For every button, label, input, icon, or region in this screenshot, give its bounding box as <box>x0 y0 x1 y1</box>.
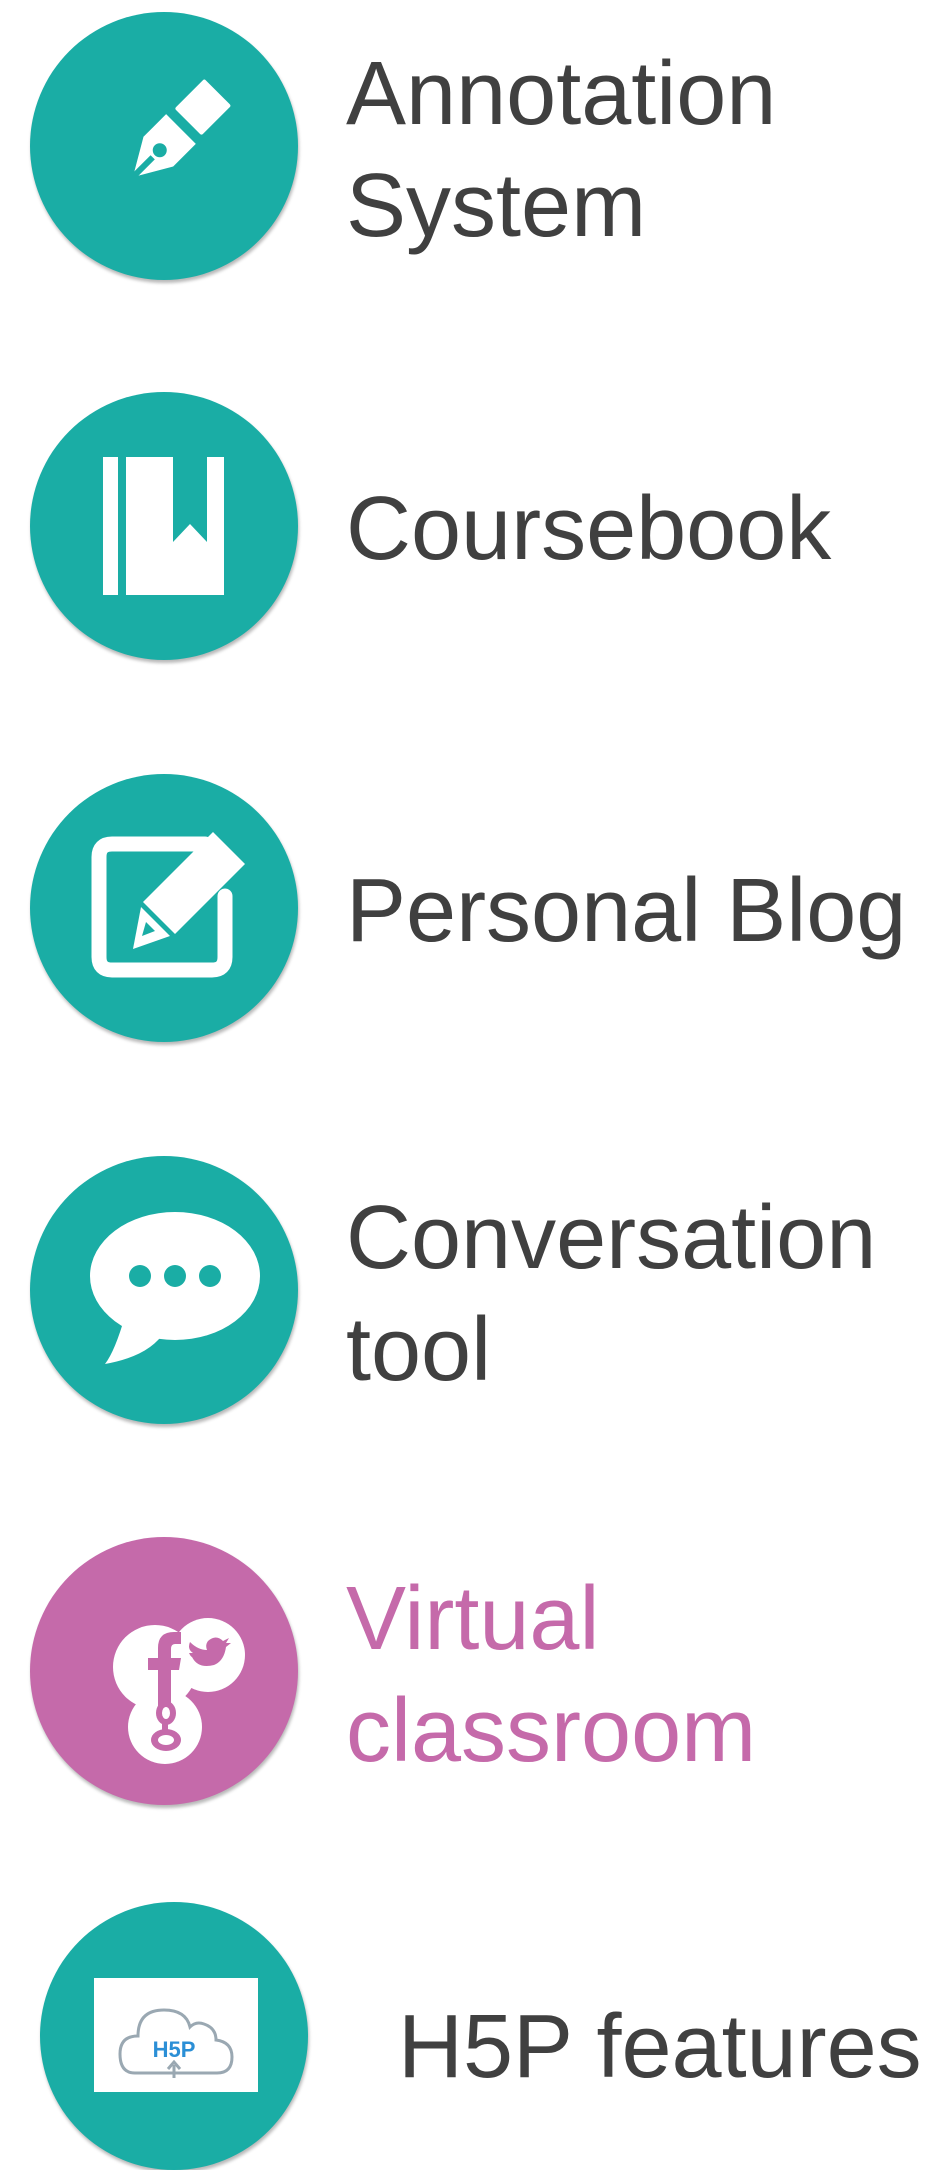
pen-nib-icon <box>129 79 231 181</box>
label-line-2: tool <box>346 1300 492 1400</box>
speech-bubble-icon <box>90 1212 260 1364</box>
virtual-classroom-circle <box>30 1537 298 1805</box>
h5p-circle: H5P <box>40 1902 308 2170</box>
feature-label: Personal Blog <box>346 855 906 967</box>
social-networks-icon <box>113 1618 245 1764</box>
feature-virtual-classroom[interactable]: Virtual classroom <box>0 1525 949 1815</box>
label-line-1: Conversation <box>346 1188 877 1288</box>
coursebook-circle <box>30 392 298 660</box>
personal-blog-circle <box>30 774 298 1042</box>
label-line-1: Annotation <box>346 44 777 144</box>
label-line-1: Personal Blog <box>346 861 907 961</box>
feature-annotation-system[interactable]: Annotation System <box>0 0 949 290</box>
label-line-1: H5P features <box>398 1997 922 2097</box>
feature-label: Conversation tool <box>346 1182 876 1406</box>
h5p-logo-text: H5P <box>153 2037 196 2062</box>
edit-square-pencil-icon <box>91 832 245 978</box>
feature-label: Coursebook <box>346 473 831 585</box>
feature-conversation-tool[interactable]: Conversation tool <box>0 1144 949 1434</box>
bookmark-book-icon <box>103 457 224 595</box>
label-line-1: Coursebook <box>346 479 832 579</box>
feature-personal-blog[interactable]: Personal Blog <box>0 762 949 1052</box>
annotation-circle <box>30 12 298 280</box>
conversation-circle <box>30 1156 298 1424</box>
feature-label: H5P features <box>398 1991 922 2103</box>
feature-label: Annotation System <box>346 38 776 262</box>
h5p-cloud-icon: H5P <box>94 1978 258 2092</box>
feature-h5p[interactable]: H5P H5P features <box>0 1890 949 2170</box>
label-line-1: Virtual <box>346 1569 600 1669</box>
feature-label: Virtual classroom <box>346 1563 756 1787</box>
label-line-2: classroom <box>346 1681 757 1781</box>
label-line-2: System <box>346 156 647 256</box>
feature-coursebook[interactable]: Coursebook <box>0 380 949 670</box>
